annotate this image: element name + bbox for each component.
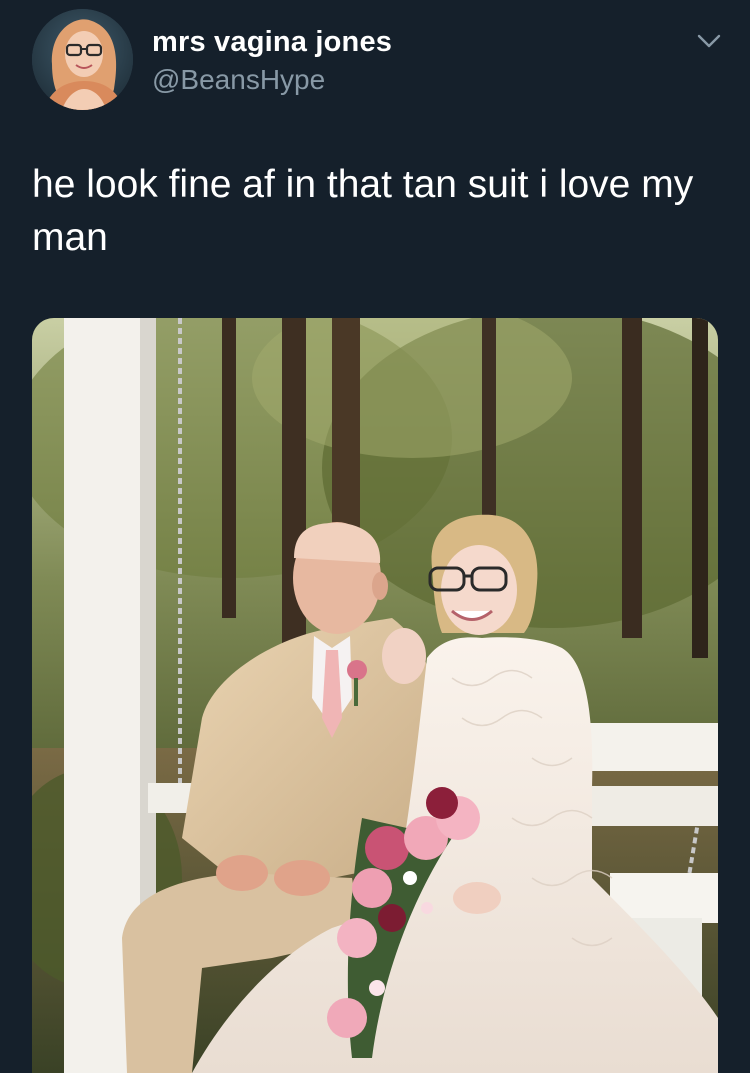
author-names: mrs vagina jones @BeansHype (152, 24, 392, 98)
chevron-down-icon[interactable] (694, 30, 724, 52)
tweet-photo[interactable] (32, 318, 718, 1073)
profile-photo-icon (32, 9, 133, 110)
wedding-photo (32, 318, 718, 1073)
tweet-card: mrs vagina jones @BeansHype he look fine… (0, 0, 750, 1073)
author-handle[interactable]: @BeansHype (152, 62, 392, 98)
author-avatar[interactable] (32, 9, 133, 110)
tweet-text: he look fine af in that tan suit i love … (32, 163, 694, 259)
author-display-name[interactable]: mrs vagina jones (152, 24, 392, 60)
